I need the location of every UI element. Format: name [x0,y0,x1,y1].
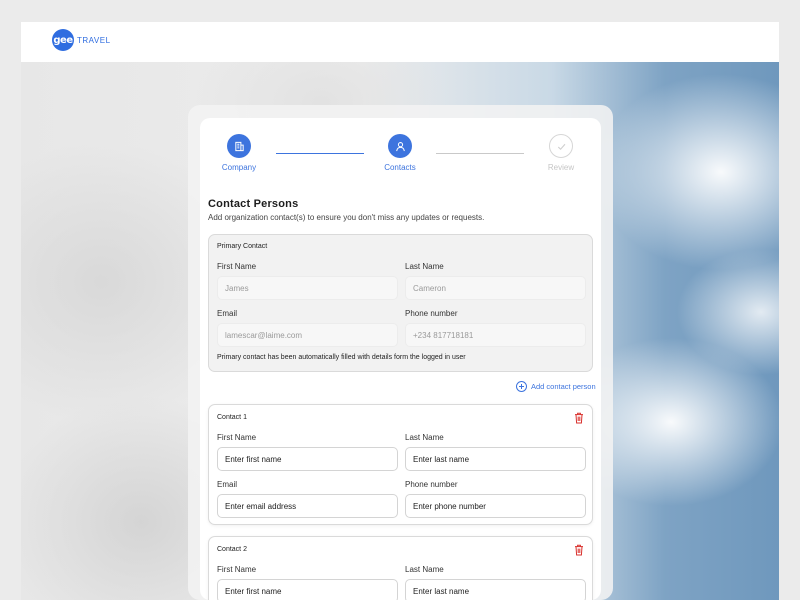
trash-icon[interactable] [574,412,584,424]
phone-label: Phone number [405,480,458,489]
user-icon [395,141,405,151]
stepper-line-2 [436,153,524,154]
contact-2-last-name-input[interactable]: Enter last name [405,579,586,600]
contact-2-first-name-input[interactable]: Enter first name [217,579,398,600]
step-label-review: Review [547,163,575,172]
contact-1-first-name-input[interactable]: Enter first name [217,447,398,471]
step-company[interactable]: Company [204,134,274,172]
section-title: Contact Persons [208,198,299,210]
stepper-line-1 [276,153,364,154]
top-bar: gee TRAVEL [21,22,779,62]
step-label-contacts: Contacts [384,163,416,172]
step-review[interactable]: Review [526,134,596,172]
contact-1-phone-input[interactable]: Enter phone number [405,494,586,518]
primary-contact-title: Primary Contact [217,243,268,250]
primary-last-name-field[interactable]: Cameron [405,276,586,300]
primary-phone-field[interactable]: +234 817718181 [405,323,586,347]
primary-contact-box: Primary Contact First Name James Last Na… [208,234,593,372]
last-name-label: Last Name [405,262,444,271]
email-label: Email [217,309,238,318]
contact-2-title: Contact 2 [217,546,247,553]
contact-1-last-name-input[interactable]: Enter last name [405,447,586,471]
contact-1-email-input[interactable]: Enter email address [217,494,398,518]
building-icon [234,141,244,151]
primary-first-name-field[interactable]: James [217,276,398,300]
step-label-company: Company [221,163,257,172]
logo-mark: gee [52,29,74,51]
first-name-label: First Name [217,565,257,574]
add-contact-label: Add contact person [531,382,596,391]
primary-email-field[interactable]: lamescar@laime.com [217,323,398,347]
add-contact-button[interactable]: Add contact person [516,381,596,392]
trash-icon[interactable] [574,544,584,556]
plus-circle-icon [516,381,527,392]
step-circle-review [549,134,573,158]
email-label: Email [217,480,238,489]
section-subtitle: Add organization contact(s) to ensure yo… [208,213,485,222]
phone-label: Phone number [405,309,458,318]
contact-card-1: Contact 1 First Name Enter first name La… [208,404,593,525]
first-name-label: First Name [217,262,257,271]
contact-card-2: Contact 2 First Name Enter first name La… [208,536,593,600]
last-name-label: Last Name [405,433,444,442]
step-circle-company [227,134,251,158]
check-icon [557,143,565,150]
primary-contact-note: Primary contact has been automatically f… [217,354,466,361]
contact-1-title: Contact 1 [217,414,247,421]
step-contacts[interactable]: Contacts [365,134,435,172]
first-name-label: First Name [217,433,257,442]
step-circle-contacts [388,134,412,158]
last-name-label: Last Name [405,565,444,574]
logo-text: TRAVEL [77,35,111,45]
brand-logo[interactable]: gee TRAVEL [52,29,111,51]
